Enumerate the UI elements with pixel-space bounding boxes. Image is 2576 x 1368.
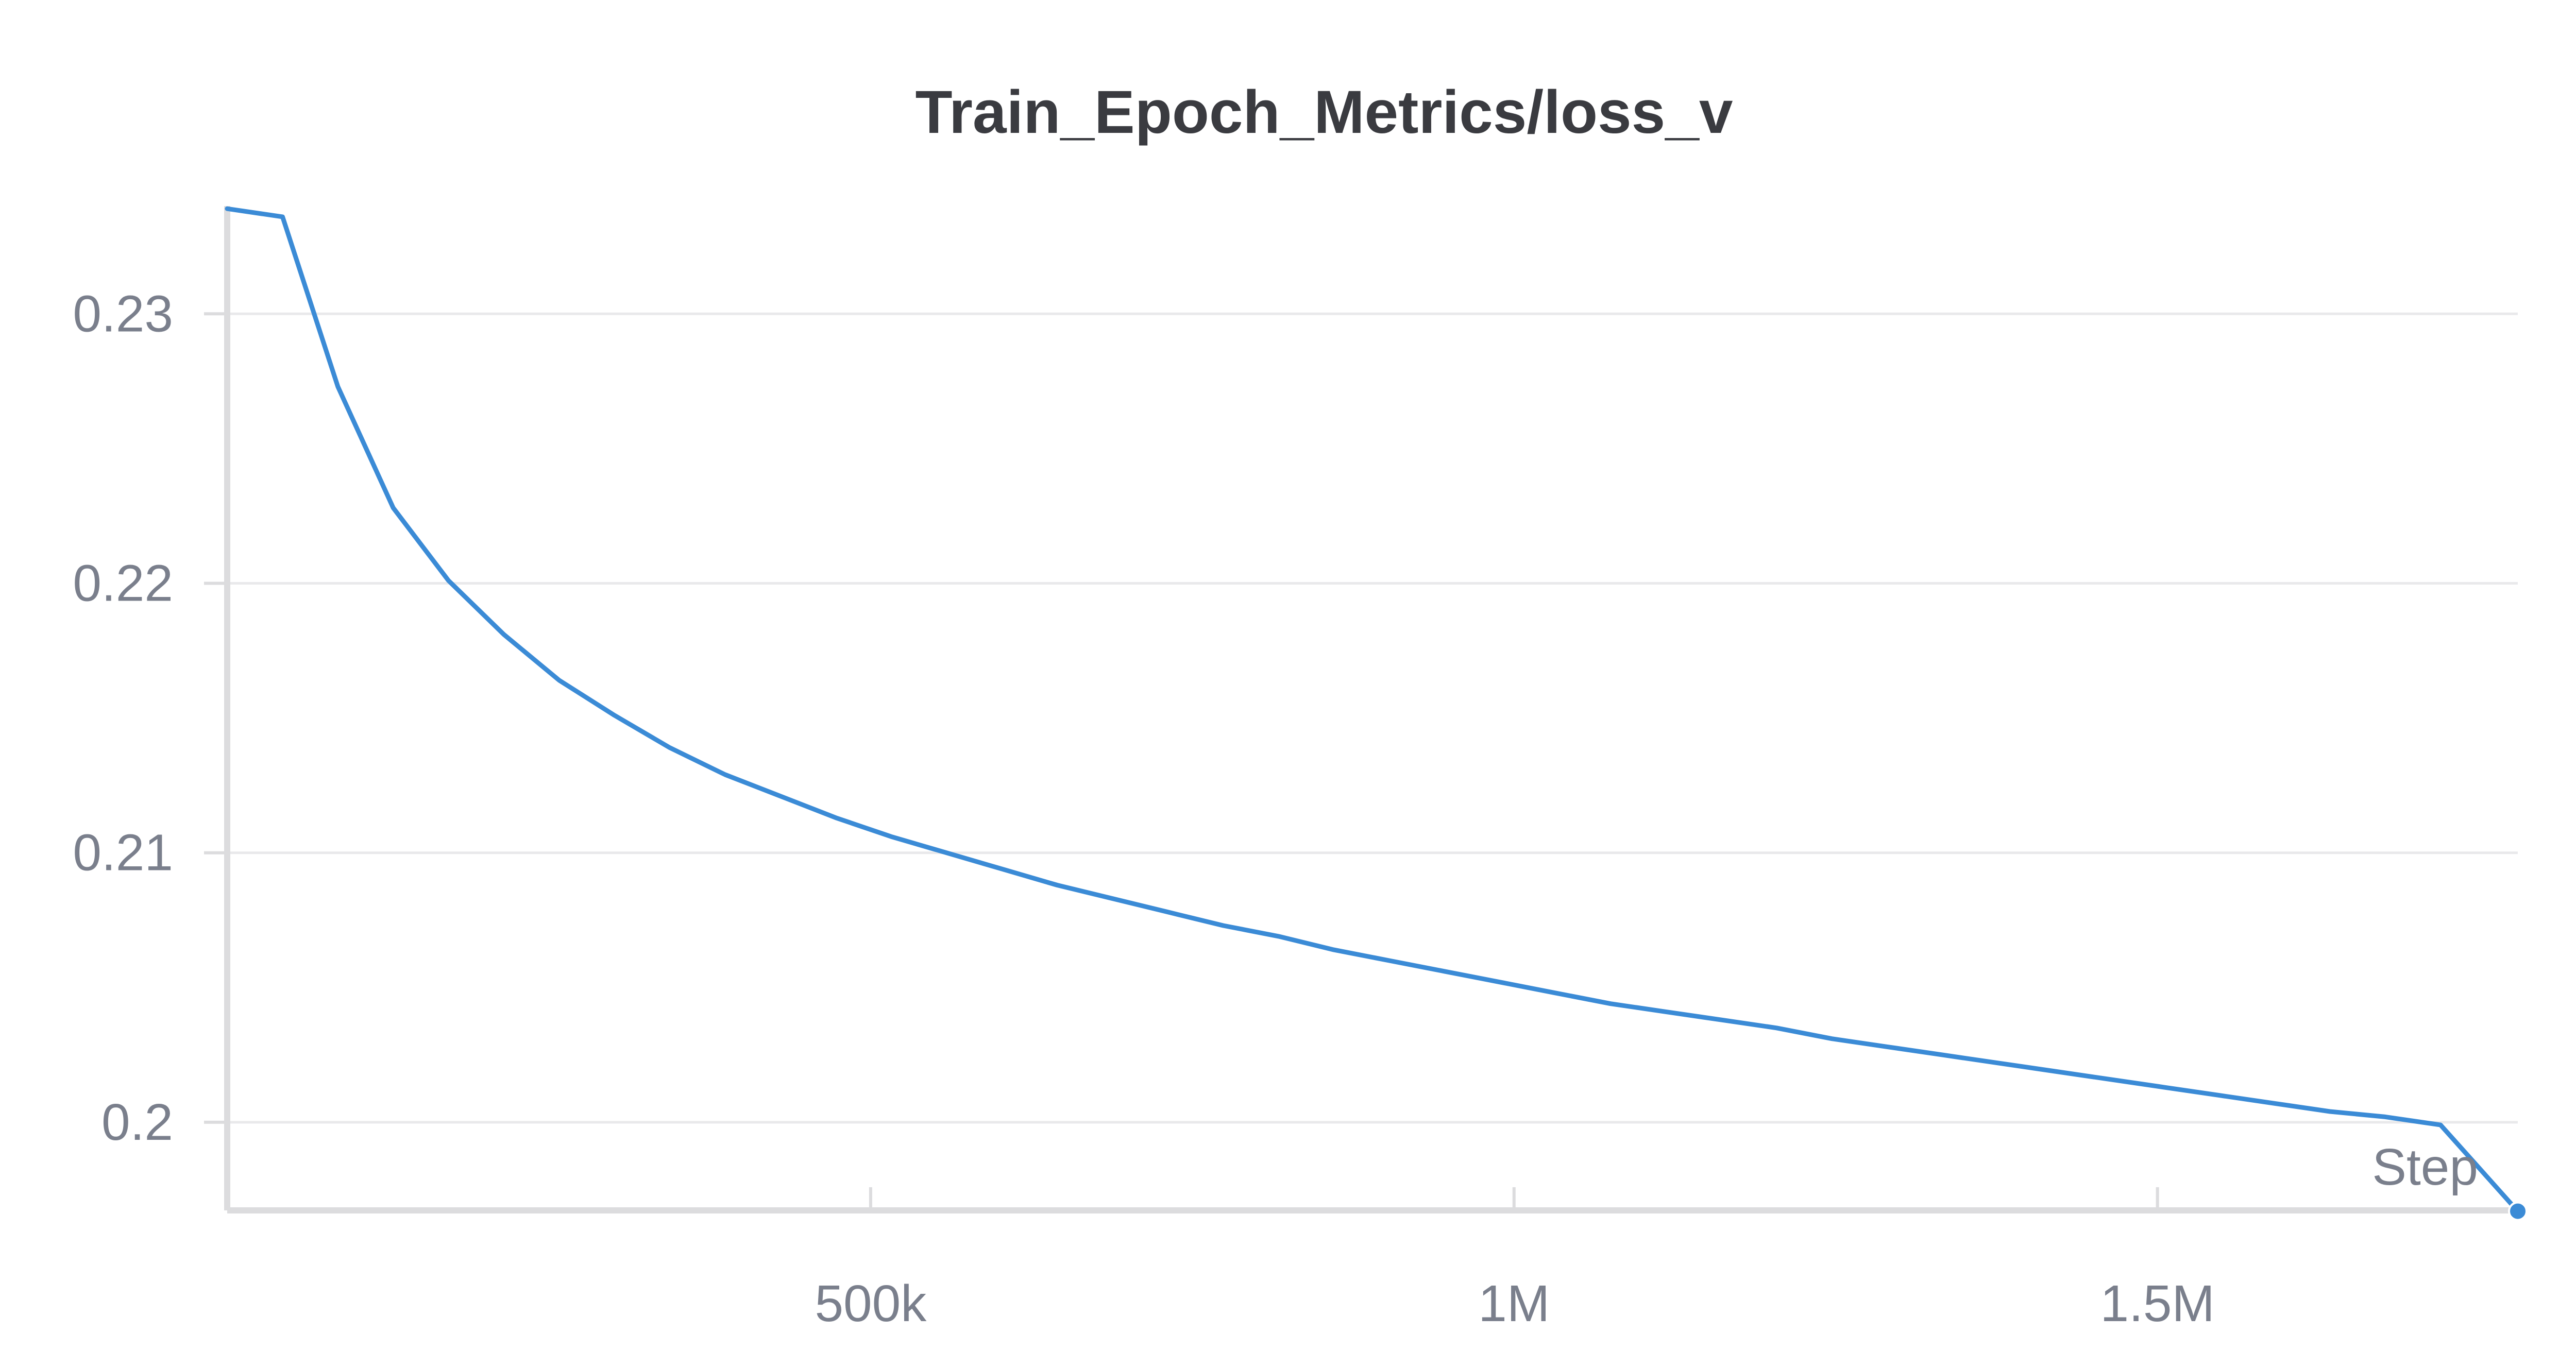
y-tick-label: 0.21 (73, 824, 173, 882)
series-line (225, 206, 2520, 1214)
chart-title: Train_Epoch_Metrics/loss_v (915, 78, 1733, 146)
series-end-point (2508, 1201, 2528, 1221)
y-tick-label: 0.23 (73, 285, 173, 343)
y-tick-label: 0.2 (101, 1093, 173, 1151)
line-chart: 0.2 0.21 0.22 0.23 500k 1M 1.5M Train_Epoch_Me… (73, 78, 2528, 1332)
y-tick-label: 0.22 (73, 554, 173, 612)
x-tick-label: 500k (815, 1275, 927, 1332)
series (225, 206, 2528, 1221)
axes: 0.2 0.21 0.22 0.23 500k 1M 1.5M (73, 206, 2523, 1332)
x-axis-label: Step (2372, 1138, 2478, 1196)
x-tick-label: 1.5M (2100, 1275, 2214, 1332)
x-tick-label: 1M (1478, 1275, 1550, 1332)
grid-lines (227, 312, 2518, 1124)
